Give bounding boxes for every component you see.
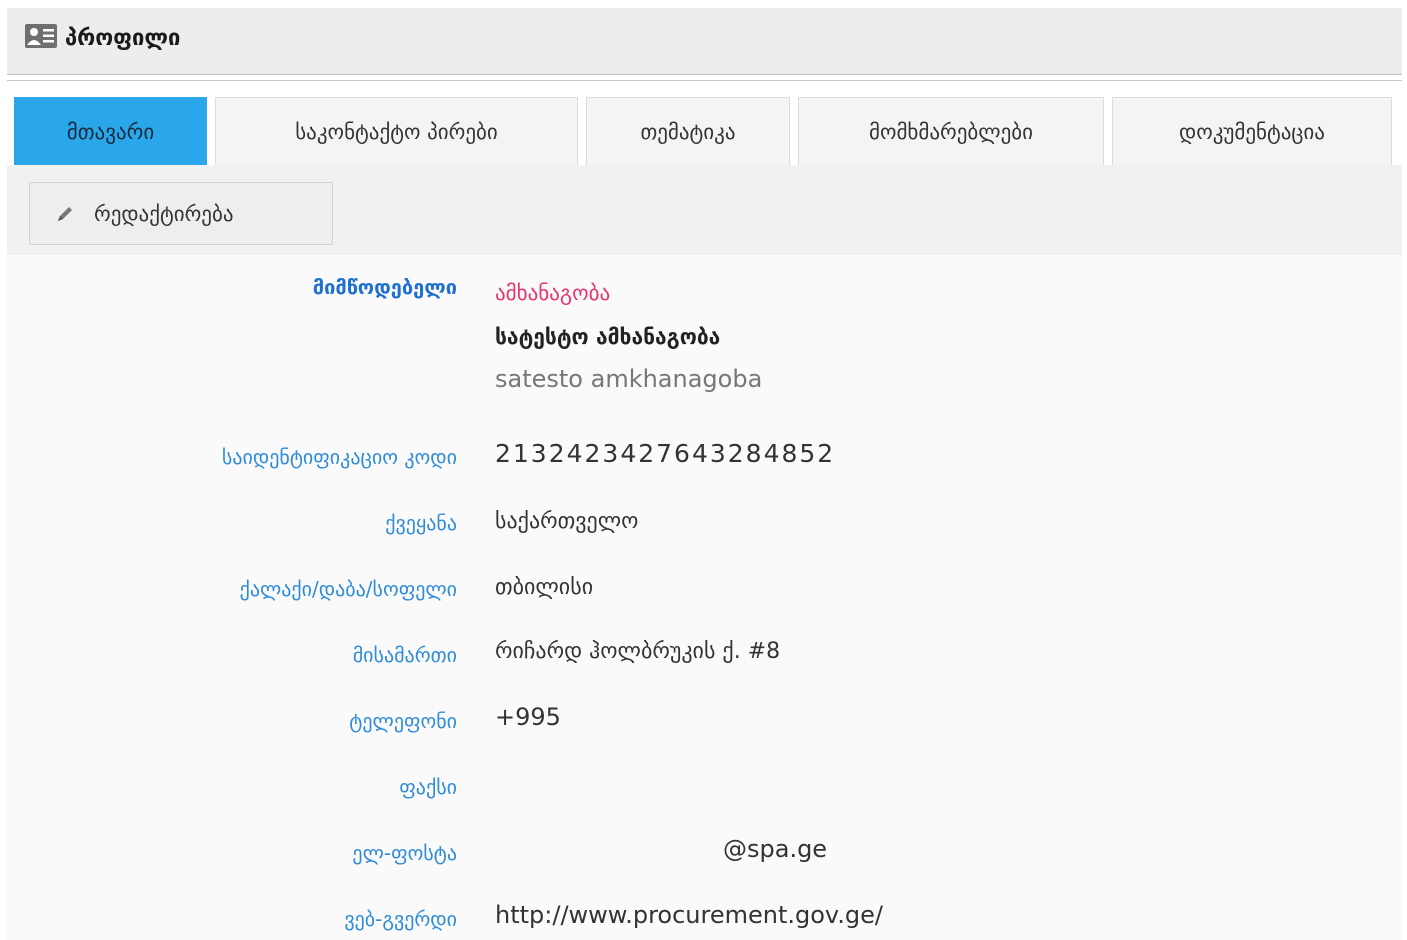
email-value[interactable]: @spa.ge <box>723 835 827 863</box>
tab-label: დოკუმენტაცია <box>1179 119 1325 144</box>
tab-label: საკონტაქტო პირები <box>295 119 498 144</box>
toolbar-area: რედაქტირება <box>7 165 1402 255</box>
phone-value: +995 <box>495 703 561 731</box>
supplier-label: მიმწოდებელი <box>312 275 457 299</box>
tab-label: მთავარი <box>66 119 155 144</box>
country-label: ქვეყანა <box>385 511 457 535</box>
tab-bar: მთავარი საკონტაქტო პირები თემატიკა მომხმ… <box>14 97 1400 165</box>
supplier-name-ka: სატესტო ამხანაგობა <box>495 325 721 349</box>
tab-label: მომხმარებლები <box>868 119 1034 144</box>
profile-card-icon <box>25 24 57 48</box>
email-label: ელ-ფოსტა <box>352 841 457 865</box>
city-value: თბილისი <box>495 575 594 600</box>
page-title: პროფილი <box>65 26 181 51</box>
address-value: რიჩარდ ჰოლბრუკის ქ. #8 <box>495 639 781 664</box>
tab-contact-persons[interactable]: საკონტაქტო პირები <box>215 97 578 165</box>
edit-button[interactable]: რედაქტირება <box>29 182 333 245</box>
tab-users[interactable]: მომხმარებლები <box>798 97 1104 165</box>
title-divider <box>7 80 1402 81</box>
tab-main[interactable]: მთავარი <box>14 97 207 165</box>
website-link[interactable]: http://www.procurement.gov.ge/ <box>495 901 883 929</box>
id-code-label: საიდენტიფიკაციო კოდი <box>221 445 457 469</box>
tab-topics[interactable]: თემატიკა <box>586 97 790 165</box>
website-label: ვებ-გვერდი <box>344 907 457 931</box>
supplier-name-en: satesto amkhanagoba <box>495 365 763 393</box>
city-label: ქალაქი/დაბა/სოფელი <box>239 577 457 601</box>
tab-label: თემატიკა <box>640 119 736 144</box>
profile-content: რედაქტირება მიმწოდებელი ამხანაგობა სატეს… <box>7 165 1402 940</box>
country-value: საქართველო <box>495 509 639 534</box>
tab-documentation[interactable]: დოკუმენტაცია <box>1112 97 1392 165</box>
fax-label: ფაქსი <box>399 775 457 799</box>
id-code-value: 2132423427643284852 <box>495 439 836 468</box>
pencil-icon <box>58 206 72 221</box>
phone-label: ტელეფონი <box>349 709 457 733</box>
supplier-type: ამხანაგობა <box>495 281 611 305</box>
edit-button-label: რედაქტირება <box>94 201 234 226</box>
address-label: მისამართი <box>352 643 457 667</box>
profile-page: პროფილი მთავარი საკონტაქტო პირები თემატი… <box>0 0 1407 940</box>
title-bar: პროფილი <box>7 8 1402 75</box>
